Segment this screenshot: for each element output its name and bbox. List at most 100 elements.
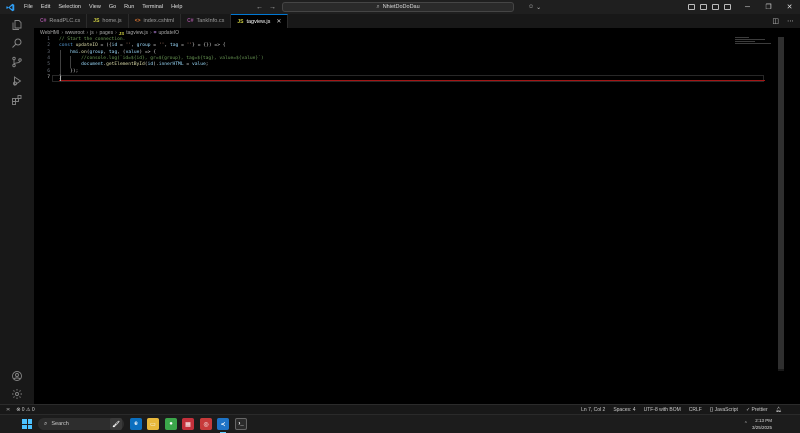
tab-index-cshtml[interactable]: <> index.cshtml — [129, 14, 182, 28]
breadcrumb-separator-icon: › — [95, 30, 98, 36]
file-type-icon: C# — [187, 18, 194, 24]
tab-label: ReadPLC.cs — [49, 18, 81, 24]
menu-view[interactable]: View — [85, 0, 105, 14]
navigation-arrows: ← → — [256, 0, 276, 14]
more-actions-icon[interactable]: ⋯ — [787, 17, 794, 25]
notifications-bell-icon[interactable]: 🔔︎ — [776, 407, 782, 413]
menu-run[interactable]: Run — [120, 0, 138, 14]
breadcrumb-separator-icon: › — [115, 30, 117, 36]
clock-date: 3/25/2025 — [751, 425, 772, 430]
extensions-icon[interactable] — [10, 93, 24, 107]
text-cursor — [60, 76, 61, 81]
code-line[interactable]: 7} — [34, 75, 744, 81]
back-arrow-icon[interactable]: ← — [256, 4, 263, 11]
copilot-button[interactable]: ☺ ⌄ — [528, 2, 541, 12]
app-red-icon[interactable]: ▦ — [182, 418, 194, 430]
tab-tankinfo-cs[interactable]: C# TankInfo.cs — [181, 14, 232, 28]
menu-help[interactable]: Help — [167, 0, 186, 14]
line-number: 7 — [47, 74, 50, 80]
file-type-icon: <> — [134, 18, 141, 24]
chevron-up-icon[interactable]: ⌃ — [744, 421, 748, 427]
breadcrumb-separator-icon: › — [86, 30, 89, 36]
maximize-icon[interactable]: ❐ — [758, 0, 779, 14]
windows-taskbar: ⌕ Search 🖌︎ e ▭ ● ▦ ◎ ≺ ›_ ⌃ 2:13 PM 3/2… — [0, 414, 800, 433]
close-window-icon[interactable]: ✕ — [779, 0, 800, 14]
account-icon[interactable] — [10, 369, 24, 383]
js-file-icon[interactable]: JS — [119, 31, 125, 36]
prettier-status[interactable]: ✓ Prettier — [746, 407, 768, 413]
breadcrumb-symbol[interactable]: updateIO — [158, 30, 179, 36]
file-explorer-icon[interactable]: ▭ — [147, 418, 159, 430]
close-tab-icon[interactable]: ✕ — [276, 18, 281, 25]
menu-edit[interactable]: Edit — [37, 0, 54, 14]
tab-home-js[interactable]: JS home.js — [87, 14, 129, 28]
end-of-line[interactable]: CRLF — [689, 407, 702, 413]
tab-label: TankInfo.cs — [196, 18, 225, 24]
remote-indicator-icon[interactable]: ≍ — [6, 407, 10, 413]
explorer-icon[interactable] — [10, 18, 24, 32]
tab-tagview-js[interactable]: JS tagview.js ✕ — [231, 14, 289, 28]
vertical-scrollbar[interactable] — [778, 37, 784, 371]
editor-tabs: C# ReadPLC.cs JS home.js <> index.cshtml C# Tan… — [34, 14, 800, 28]
toggle-primary-sidebar-icon[interactable] — [688, 4, 695, 10]
settings-gear-icon[interactable] — [10, 387, 24, 401]
language-label: JavaScript — [714, 406, 738, 413]
run-debug-icon[interactable] — [10, 74, 24, 88]
copilot-icon: ☺ — [528, 4, 535, 10]
breadcrumb-item[interactable]: wwwroot — [65, 30, 84, 36]
breadcrumb-item[interactable]: js — [90, 30, 94, 36]
breadcrumb-separator-icon: › — [61, 30, 64, 36]
search-view-icon[interactable] — [10, 36, 24, 50]
chrome-app-icon[interactable]: ● — [165, 418, 177, 430]
menu-bar: File Edit Selection View Go Run Terminal Help — [20, 0, 186, 14]
breadcrumb-item[interactable]: pages — [99, 30, 113, 36]
menu-file[interactable]: File — [20, 0, 37, 14]
status-bar: ≍ ⊗ 0 ⚠ 0 Ln 7, Col 2 Spaces: 4 UTF-8 wi… — [0, 404, 800, 414]
language-mode[interactable]: {} JavaScript — [710, 407, 738, 413]
terminal-icon[interactable]: ›_ — [235, 418, 247, 430]
menu-selection[interactable]: Selection — [54, 0, 85, 14]
menu-terminal[interactable]: Terminal — [138, 0, 167, 14]
tab-label: index.cshtml — [143, 18, 175, 24]
braces-icon: {} — [709, 406, 714, 413]
breadcrumb-file[interactable]: tagview.js — [126, 30, 148, 36]
tab-label: home.js — [102, 18, 122, 24]
problems-count[interactable]: ⊗ 0 ⚠ 0 — [16, 407, 34, 413]
chevron-down-icon: ⌄ — [536, 4, 542, 11]
taskbar-search-label: Search — [51, 421, 69, 427]
command-center-label: NhietDoDoDau — [382, 4, 420, 10]
title-bar: File Edit Selection View Go Run Terminal Help ←… — [0, 0, 800, 14]
vscode-taskbar-icon[interactable]: ≺ — [217, 418, 229, 430]
file-type-icon: JS — [93, 18, 100, 24]
minimap[interactable] — [735, 37, 775, 47]
menu-go[interactable]: Go — [105, 0, 120, 14]
code-editor[interactable]: 1// Start the connection. 2 const updateIO… — [34, 37, 780, 404]
source-control-icon[interactable] — [10, 55, 24, 69]
symbol-function-icon: ⌗ — [153, 30, 157, 36]
forward-arrow-icon[interactable]: → — [269, 4, 276, 11]
layout-controls — [688, 2, 731, 12]
toggle-panel-icon[interactable] — [700, 4, 707, 10]
edge-browser-icon[interactable]: e — [130, 418, 142, 430]
window-controls: ─ ❐ ✕ — [737, 0, 800, 14]
clock[interactable]: 2:13 PM 3/25/2025 — [752, 417, 772, 431]
indentation[interactable]: Spaces: 4 — [613, 407, 635, 413]
file-encoding[interactable]: UTF-8 with BOM — [644, 407, 681, 413]
windows-start-icon[interactable] — [22, 419, 32, 429]
tab-readplc-cs[interactable]: C# ReadPLC.cs — [34, 14, 88, 28]
scrollbar-thumb[interactable] — [778, 37, 784, 369]
split-editor-icon[interactable]: ◫ — [772, 17, 779, 25]
file-type-icon: JS — [237, 18, 244, 25]
cursor-position[interactable]: Ln 7, Col 2 — [581, 407, 605, 413]
customize-layout-icon[interactable] — [724, 4, 731, 10]
widget-icon[interactable]: 🖌︎ — [110, 418, 122, 430]
clock-time: 2:13 PM — [755, 418, 772, 423]
tab-label: tagview.js — [246, 18, 271, 25]
breadcrumb-item[interactable]: WebHMI — [40, 30, 59, 36]
command-center-search[interactable]: ⌕ NhietDoDoDau — [282, 2, 514, 12]
minimize-icon[interactable]: ─ — [737, 0, 758, 14]
toggle-secondary-sidebar-icon[interactable] — [712, 4, 719, 10]
breadcrumb: WebHMI › wwwroot › js › pages › JS tagview.js › ⌗ up… — [40, 29, 179, 37]
app-circle-icon[interactable]: ◎ — [200, 418, 212, 430]
file-type-icon: C# — [40, 18, 47, 24]
